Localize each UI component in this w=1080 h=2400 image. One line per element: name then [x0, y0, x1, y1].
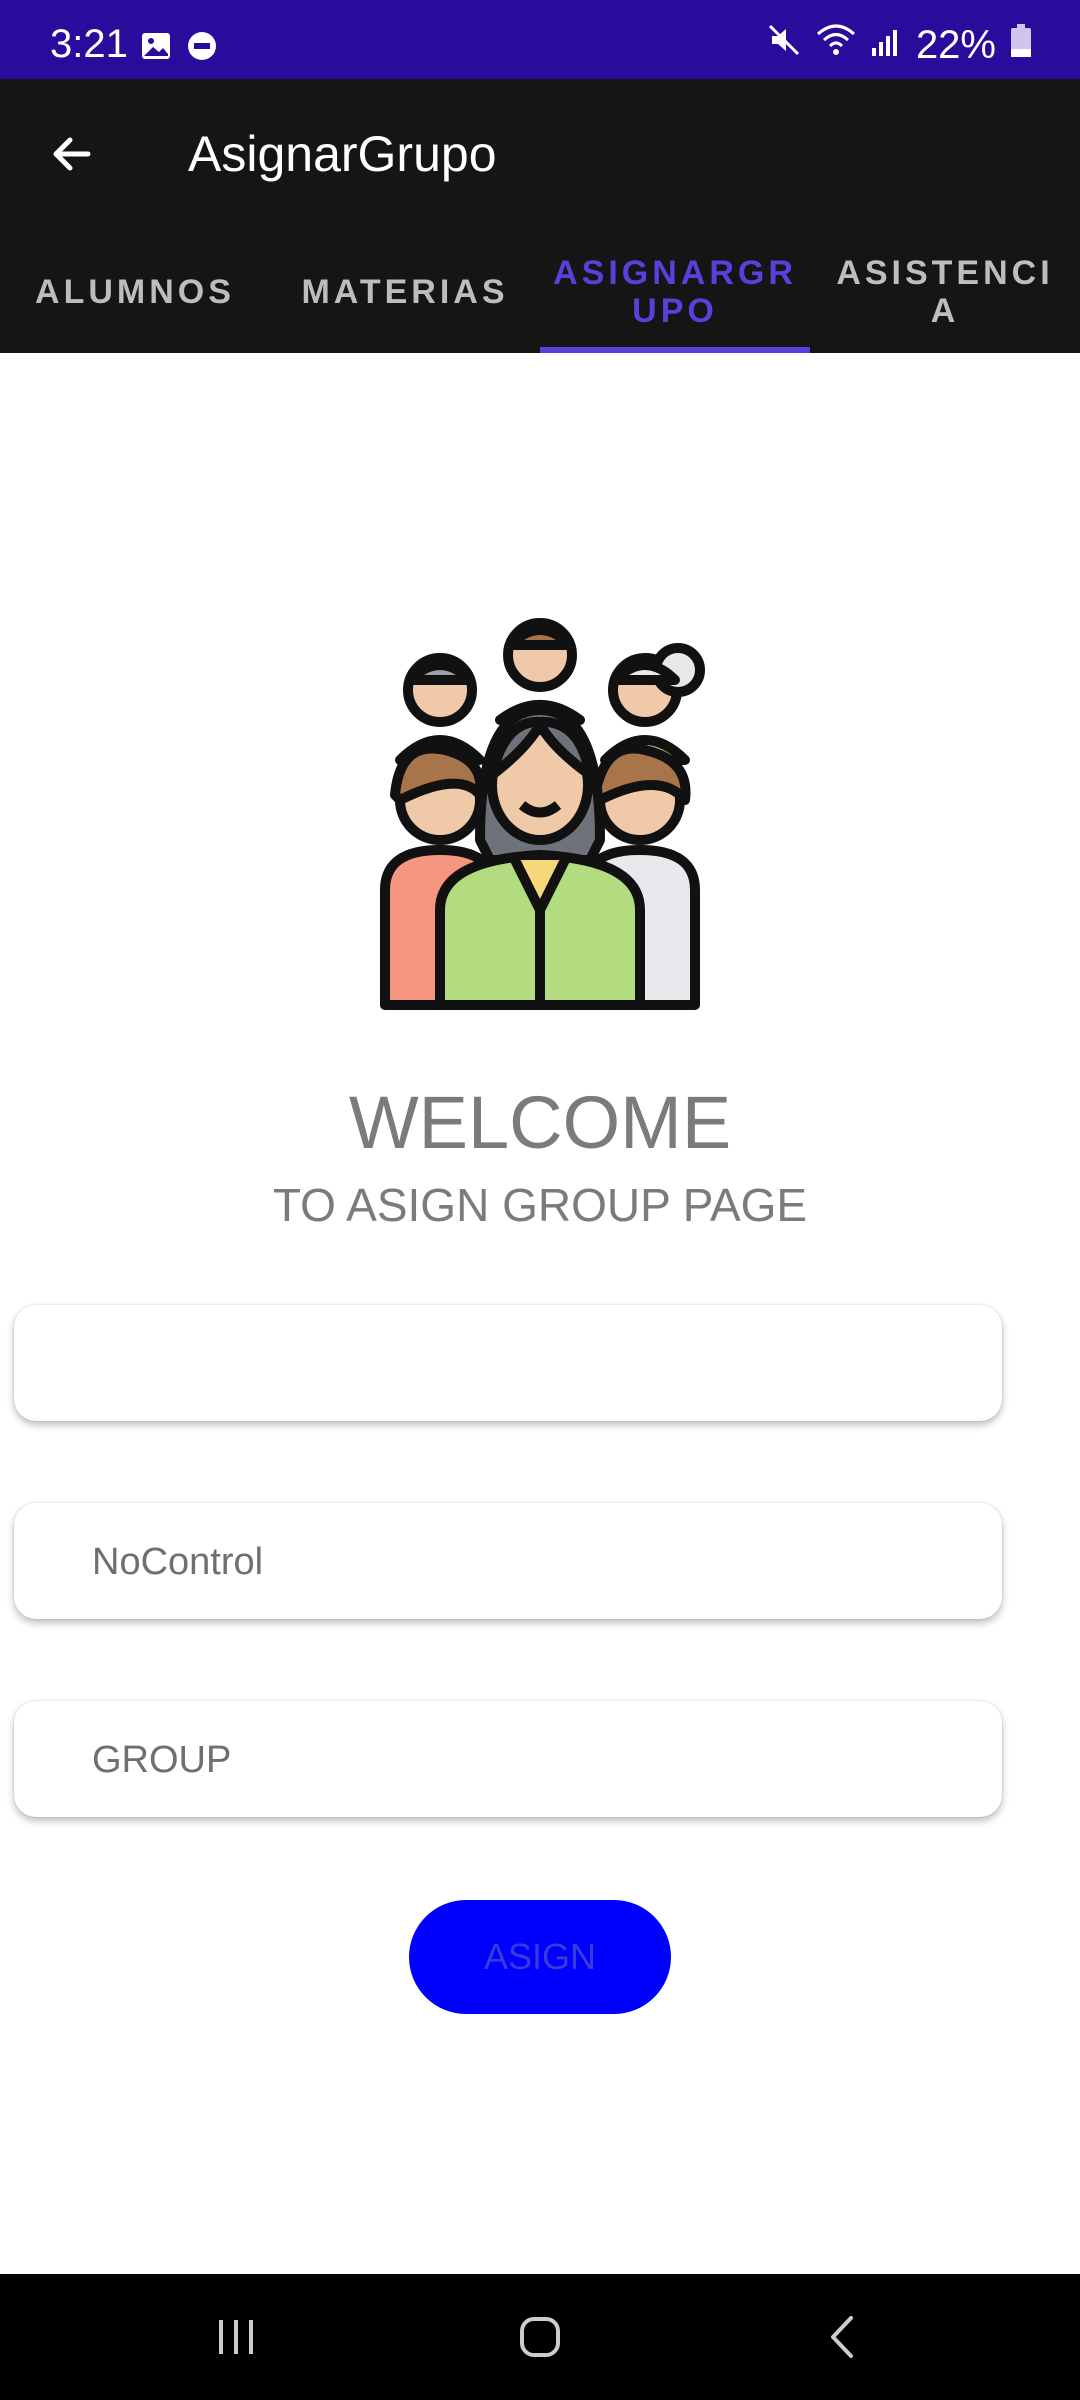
group-field — [14, 1701, 1002, 1819]
welcome-subtitle: TO ASIGN GROUP PAGE — [272, 1179, 808, 1231]
app-toolbar: AsignarGrupo — [0, 79, 1080, 231]
status-bar: 3:21 22% — [0, 0, 1080, 79]
nocontrol-input[interactable] — [90, 1503, 974, 1621]
tab-alumnos[interactable]: ALUMNOS — [0, 231, 270, 353]
tab-label: ASISTENCI A — [836, 254, 1054, 330]
wifi-icon — [816, 22, 856, 68]
system-nav-bar — [0, 2274, 1080, 2400]
recents-button[interactable] — [206, 2307, 266, 2367]
welcome-title: WELCOME — [348, 1081, 732, 1164]
back-button[interactable] — [40, 122, 104, 186]
tab-asignargrupo[interactable]: ASIGNARGR UPO — [540, 231, 810, 353]
tab-bar: ALUMNOS MATERIAS ASIGNARGR UPO ASISTENCI… — [0, 231, 1080, 353]
tab-label: ASIGNARGR UPO — [553, 254, 797, 330]
tab-label: MATERIAS — [301, 273, 509, 311]
signal-icon — [870, 23, 902, 68]
status-icons-left — [140, 30, 218, 67]
first-input[interactable] — [90, 1305, 974, 1423]
home-icon — [520, 2317, 560, 2357]
first-field — [14, 1305, 1002, 1423]
group-input[interactable] — [90, 1701, 974, 1819]
tab-asistencia[interactable]: ASISTENCI A — [810, 231, 1080, 353]
home-button[interactable] — [510, 2307, 570, 2367]
back-icon — [831, 2316, 853, 2358]
page-title: AsignarGrupo — [188, 126, 497, 182]
nocontrol-field — [14, 1503, 1002, 1621]
battery-text: 22% — [915, 22, 996, 67]
tab-materias[interactable]: MATERIAS — [270, 231, 540, 353]
status-time: 3:21 — [50, 22, 128, 66]
mute-icon — [766, 22, 802, 68]
tab-label: ALUMNOS — [35, 273, 235, 311]
nav-back-button[interactable] — [814, 2307, 874, 2367]
status-icons-right: 22% — [766, 22, 1032, 68]
assign-button[interactable]: ASIGN — [409, 1900, 671, 2014]
dnd-icon — [186, 30, 218, 67]
battery-icon — [1010, 23, 1032, 68]
image-icon — [140, 30, 172, 67]
arrow-left-icon — [53, 137, 91, 171]
recents-icon — [219, 2320, 253, 2354]
group-people-icon — [340, 610, 740, 1010]
